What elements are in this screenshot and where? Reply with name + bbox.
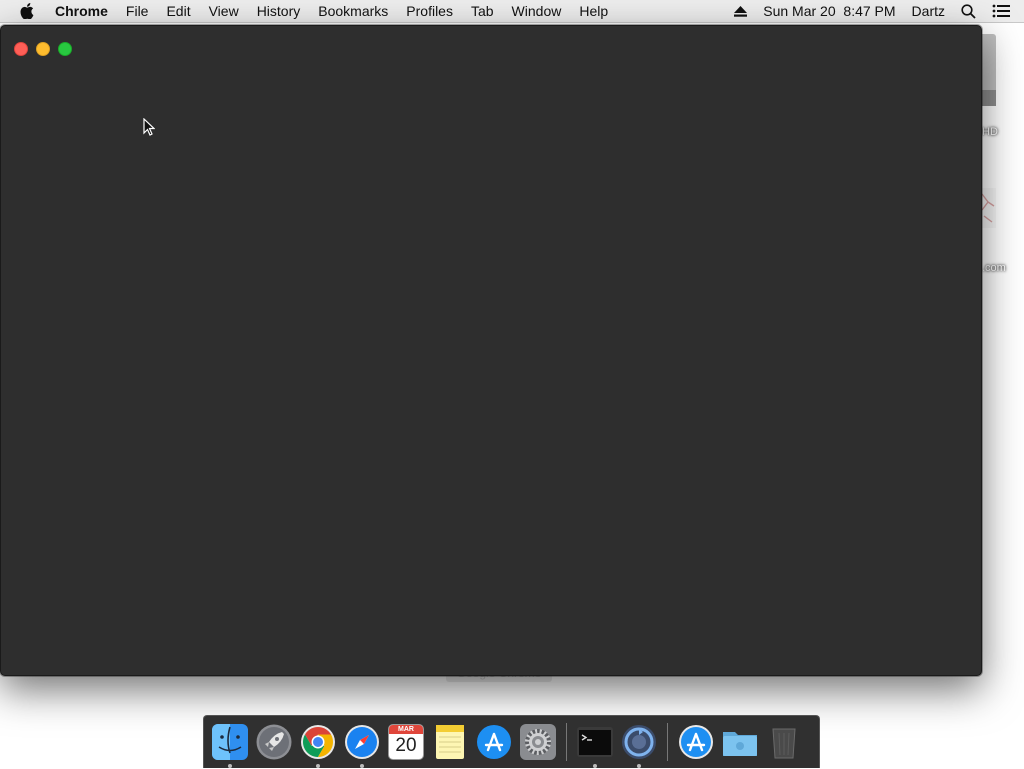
apple-menu-icon[interactable] bbox=[20, 3, 34, 19]
user-menu[interactable]: Dartz bbox=[904, 0, 953, 22]
spotlight-search-icon[interactable] bbox=[953, 3, 984, 19]
dock-google-chrome[interactable] bbox=[298, 716, 338, 769]
notification-center-icon[interactable] bbox=[984, 4, 1024, 18]
menu-window[interactable]: Window bbox=[503, 0, 571, 22]
dock-finder[interactable] bbox=[210, 716, 250, 769]
dock-safari[interactable] bbox=[342, 716, 382, 769]
dock-trash[interactable] bbox=[764, 716, 804, 769]
menu-bookmarks[interactable]: Bookmarks bbox=[309, 0, 397, 22]
chrome-window[interactable] bbox=[0, 25, 982, 676]
window-close-button[interactable] bbox=[14, 42, 28, 56]
menu-file[interactable]: File bbox=[117, 0, 158, 22]
window-zoom-button[interactable] bbox=[58, 42, 72, 56]
calendar-month: MAR bbox=[389, 725, 423, 734]
dock-applications-folder[interactable] bbox=[676, 716, 716, 769]
menu-help[interactable]: Help bbox=[570, 0, 617, 22]
running-indicator bbox=[637, 763, 641, 768]
dock-app-store[interactable] bbox=[474, 716, 514, 769]
menu-bar: Chrome File Edit View History Bookmarks … bbox=[0, 0, 1024, 23]
dock-separator bbox=[566, 723, 567, 761]
folder-icon bbox=[723, 732, 757, 756]
finder-icon bbox=[212, 724, 248, 760]
menu-app-chrome[interactable]: Chrome bbox=[46, 0, 117, 22]
window-controls bbox=[14, 42, 72, 56]
chrome-icon bbox=[301, 725, 335, 759]
menu-history[interactable]: History bbox=[248, 0, 310, 22]
hard-drive-label: HD bbox=[982, 126, 998, 138]
notes-icon bbox=[436, 725, 464, 759]
dock-downloads-folder[interactable] bbox=[720, 716, 760, 769]
app-store-icon bbox=[477, 725, 511, 759]
dock-calendar[interactable]: MAR 20 bbox=[386, 716, 426, 769]
system-preferences-gear-icon bbox=[520, 724, 556, 760]
calendar-day: 20 bbox=[395, 735, 417, 756]
dock-software-update[interactable] bbox=[619, 716, 659, 769]
running-indicator bbox=[360, 763, 364, 768]
document-file-label: .com bbox=[982, 262, 1006, 274]
menu-profiles[interactable]: Profiles bbox=[397, 0, 462, 22]
dock-system-preferences[interactable] bbox=[518, 716, 558, 769]
dock-launchpad[interactable] bbox=[254, 716, 294, 769]
running-indicator bbox=[593, 763, 597, 768]
software-update-icon bbox=[622, 725, 656, 759]
menu-edit[interactable]: Edit bbox=[157, 0, 199, 22]
terminal-icon bbox=[577, 727, 613, 757]
window-minimize-button[interactable] bbox=[36, 42, 50, 56]
clock[interactable]: Sun Mar 20 8:47 PM bbox=[755, 0, 903, 22]
calendar-icon: MAR 20 bbox=[389, 725, 423, 759]
trash-icon bbox=[772, 728, 796, 759]
mouse-pointer-icon bbox=[143, 117, 156, 141]
dock-separator bbox=[667, 723, 668, 761]
eject-icon[interactable] bbox=[726, 5, 755, 17]
dock: MAR 20 bbox=[203, 715, 820, 768]
dock-notes[interactable] bbox=[430, 716, 470, 769]
menu-tab[interactable]: Tab bbox=[462, 0, 503, 22]
menu-view[interactable]: View bbox=[200, 0, 248, 22]
running-indicator bbox=[228, 763, 232, 768]
safari-compass-icon bbox=[345, 725, 379, 759]
running-indicator bbox=[316, 763, 320, 768]
launchpad-rocket-icon bbox=[256, 724, 292, 760]
applications-folder-icon bbox=[679, 725, 713, 759]
dock-terminal[interactable] bbox=[575, 716, 615, 769]
